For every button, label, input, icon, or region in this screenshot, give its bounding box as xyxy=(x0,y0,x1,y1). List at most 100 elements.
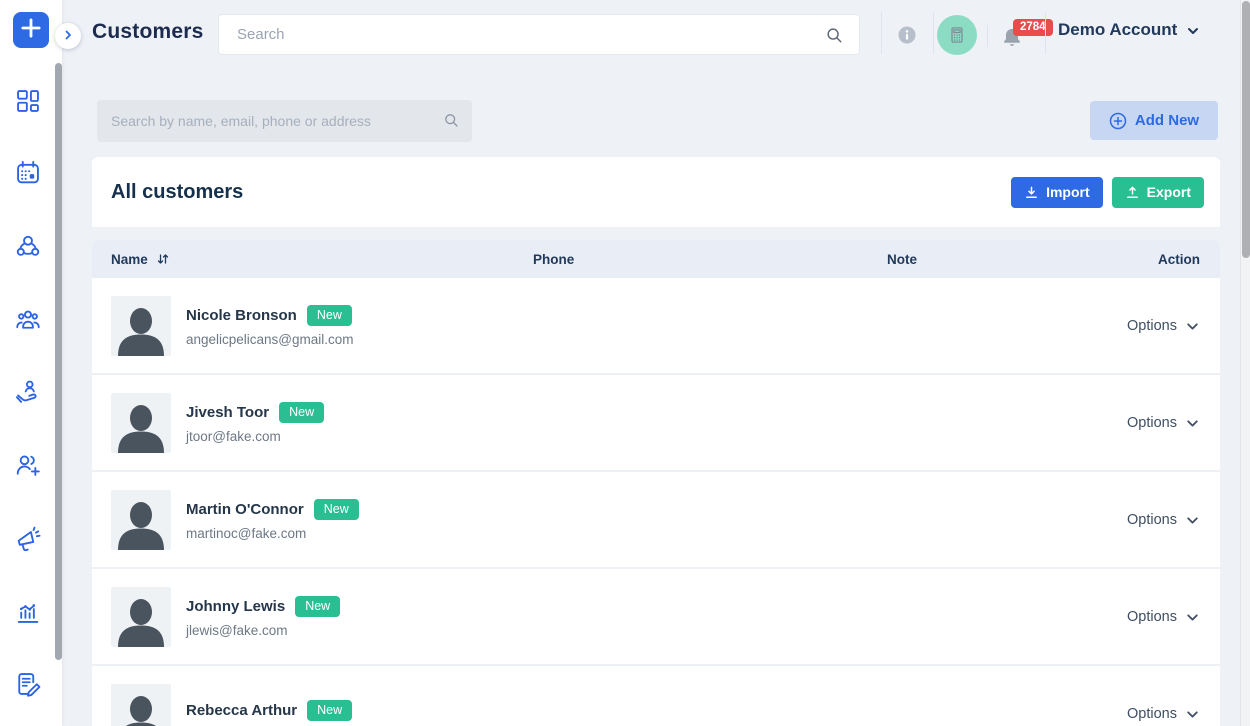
page-scrollbar-track xyxy=(1240,0,1250,726)
panel-actions: Import Export xyxy=(1011,176,1204,208)
page-scrollbar-thumb[interactable] xyxy=(1242,1,1250,258)
chevron-down-icon xyxy=(1187,323,1198,330)
customer-cell: Johnny Lewis New jlewis@fake.com xyxy=(111,586,533,647)
plus-logo-icon xyxy=(18,15,44,46)
chevron-down-icon xyxy=(1188,28,1199,34)
customer-avatar xyxy=(111,489,171,550)
notification-count-badge: 2784 xyxy=(1013,19,1053,36)
customer-filter-search xyxy=(97,100,472,142)
sidebar-item-dashboard[interactable] xyxy=(13,86,43,116)
search-icon[interactable] xyxy=(825,26,843,44)
customer-info: Martin O'Connor New martinoc@fake.com xyxy=(186,498,359,541)
customer-name: Johnny Lewis xyxy=(186,597,286,615)
customer-name: Martin O'Connor xyxy=(186,500,304,518)
column-header-action: Action xyxy=(1158,251,1200,267)
sidebar-item-notes[interactable] xyxy=(13,669,43,699)
sidebar-scrollbar-thumb[interactable] xyxy=(55,63,62,660)
add-contact-icon xyxy=(16,455,40,476)
options-dropdown[interactable]: Options xyxy=(1127,705,1200,722)
notes-icon xyxy=(18,673,41,697)
marketing-megaphone-icon xyxy=(17,526,41,552)
calculator-icon xyxy=(951,27,963,43)
customer-info: Jivesh Toor New jtoor@fake.com xyxy=(186,401,325,444)
app-logo[interactable] xyxy=(13,12,49,48)
table-row[interactable]: Nicole Bronson New angelicpelicans@gmail… xyxy=(92,278,1220,375)
options-label: Options xyxy=(1127,317,1177,334)
status-badge: New xyxy=(307,700,353,721)
customer-avatar xyxy=(111,586,171,647)
share-network-icon xyxy=(16,235,40,256)
customer-info: Nicole Bronson New angelicpelicans@gmail… xyxy=(186,304,354,347)
customers-panel: All customers Import Export Name Phone N… xyxy=(92,157,1220,726)
customer-email: jlewis@fake.com xyxy=(186,622,288,638)
options-label: Options xyxy=(1127,608,1177,625)
person-silhouette-icon xyxy=(118,501,164,550)
chevron-down-icon xyxy=(1187,517,1198,524)
options-label: Options xyxy=(1127,705,1177,722)
global-search-input[interactable] xyxy=(219,15,859,54)
person-silhouette-icon xyxy=(118,307,164,356)
import-button[interactable]: Import xyxy=(1011,176,1103,208)
customers-group-icon xyxy=(16,310,40,329)
chevron-down-icon xyxy=(1187,711,1198,718)
divider xyxy=(933,12,934,54)
divider xyxy=(987,25,988,47)
person-silhouette-icon xyxy=(118,404,164,453)
page-title: Customers xyxy=(92,20,204,43)
options-dropdown[interactable]: Options xyxy=(1127,414,1200,431)
export-button[interactable]: Export xyxy=(1111,176,1204,208)
options-dropdown[interactable]: Options xyxy=(1127,608,1200,625)
panel-title: All customers xyxy=(111,180,244,203)
table-row[interactable]: Rebecca Arthur New Options xyxy=(92,666,1220,726)
customer-name: Rebecca Arthur xyxy=(186,702,298,719)
divider xyxy=(1045,12,1046,54)
column-header-name[interactable]: Name xyxy=(111,252,533,267)
customer-avatar xyxy=(111,392,171,453)
options-dropdown[interactable]: Options xyxy=(1127,317,1200,334)
add-new-button[interactable]: Add New xyxy=(1090,101,1218,140)
options-dropdown[interactable]: Options xyxy=(1127,511,1200,528)
person-silhouette-icon xyxy=(118,598,164,647)
person-silhouette-icon xyxy=(125,695,157,726)
sidebar xyxy=(0,0,62,726)
import-label: Import xyxy=(1046,184,1090,200)
sidebar-item-analytics[interactable] xyxy=(13,597,43,627)
help-button[interactable] xyxy=(898,26,916,44)
customer-filter-input[interactable] xyxy=(97,100,472,142)
table-row[interactable]: Jivesh Toor New jtoor@fake.com Options xyxy=(92,375,1220,472)
search-icon[interactable] xyxy=(443,112,459,128)
sidebar-item-pipeline[interactable] xyxy=(13,231,43,261)
analytics-icon xyxy=(17,604,39,623)
calculator-button[interactable] xyxy=(937,15,977,55)
sidebar-item-add-contact[interactable] xyxy=(13,450,43,480)
top-bar: Customers 2784 Demo Account xyxy=(62,0,1250,60)
download-icon xyxy=(1026,186,1038,198)
chevron-down-icon xyxy=(1187,614,1198,621)
customer-info: Johnny Lewis New jlewis@fake.com xyxy=(186,595,341,638)
customer-info: Rebecca Arthur New xyxy=(186,700,353,726)
add-new-label: Add New xyxy=(1134,112,1200,129)
sidebar-item-customer-care[interactable] xyxy=(13,377,43,407)
plus-circle-icon xyxy=(1109,112,1127,129)
sidebar-item-customers[interactable] xyxy=(13,304,43,334)
sidebar-item-calendar[interactable] xyxy=(13,158,43,188)
sidebar-item-marketing[interactable] xyxy=(13,524,43,554)
table-row[interactable]: Martin O'Connor New martinoc@fake.com Op… xyxy=(92,472,1220,569)
table-row[interactable]: Johnny Lewis New jlewis@fake.com Options xyxy=(92,569,1220,666)
account-name: Demo Account xyxy=(1058,20,1178,39)
customer-cell: Rebecca Arthur New xyxy=(111,683,533,726)
customer-cell: Martin O'Connor New martinoc@fake.com xyxy=(111,489,533,550)
customer-cell: Jivesh Toor New jtoor@fake.com xyxy=(111,392,533,453)
customer-care-icon xyxy=(15,380,37,403)
options-label: Options xyxy=(1127,414,1177,431)
customer-name: Nicole Bronson xyxy=(186,306,297,324)
customer-avatar xyxy=(111,683,171,726)
global-search xyxy=(218,14,860,55)
main-content: Add New All customers Import Export Name xyxy=(62,60,1250,726)
sidebar-expand-button[interactable] xyxy=(55,23,81,49)
status-badge: New xyxy=(313,498,359,520)
panel-header: All customers Import Export xyxy=(92,157,1220,227)
customer-email: martinoc@fake.com xyxy=(186,525,307,541)
account-dropdown[interactable]: Demo Account xyxy=(1058,0,1200,60)
chevron-right-icon xyxy=(62,29,74,44)
